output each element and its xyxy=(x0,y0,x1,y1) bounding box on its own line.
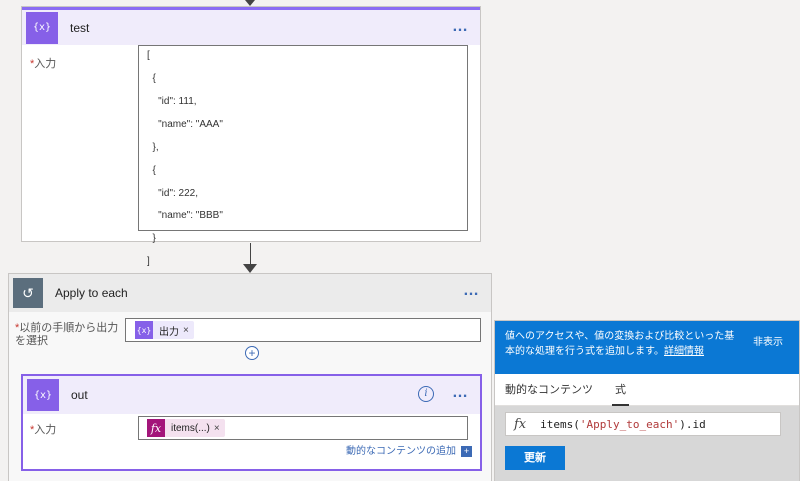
expression-editor-area: fx items('Apply_to_each').id 更新 xyxy=(495,406,799,481)
expression-input[interactable]: fx items('Apply_to_each').id xyxy=(505,412,781,436)
apply-to-each-header[interactable]: ↺ Apply to each … xyxy=(9,274,491,312)
json-line: "name": "AAA" xyxy=(147,119,223,130)
json-line: }, xyxy=(147,142,159,153)
test-action-header[interactable]: {x} test … xyxy=(22,7,480,45)
expression-tail: ).id xyxy=(679,417,706,431)
expression-token[interactable]: fx items(...) × xyxy=(147,419,225,437)
description-line2: 本的な処理を行う式を追加します。 xyxy=(505,346,664,357)
input-label: *入力 xyxy=(30,55,56,71)
out-action-header[interactable]: {x} out i … xyxy=(23,376,480,414)
expression-function: items( xyxy=(540,417,580,431)
test-action-title: test xyxy=(70,20,90,35)
add-dynamic-content-text: 動的なコンテンツの追加 xyxy=(346,446,456,457)
fx-icon: fx xyxy=(514,416,527,432)
json-line: [ xyxy=(147,50,150,61)
tab-dynamic-content[interactable]: 動的なコンテンツ xyxy=(505,374,593,406)
output-token[interactable]: {x} 出力 × xyxy=(135,321,194,339)
json-line: } xyxy=(147,233,156,244)
tab-expression[interactable]: 式 xyxy=(612,374,629,406)
input-label: *入力 xyxy=(30,421,56,437)
input-label-text: 入力 xyxy=(34,58,57,70)
more-options-icon[interactable]: … xyxy=(452,384,470,402)
select-output-label-line2: を選択 xyxy=(15,335,48,347)
description-line1: 値へのアクセスや、値の変換および比較といった基 xyxy=(505,331,735,342)
connector-middle-arrow xyxy=(243,264,257,273)
input-label-text: 入力 xyxy=(34,424,57,436)
expression-argument: 'Apply_to_each' xyxy=(579,417,680,431)
details-link[interactable]: 詳細情報 xyxy=(664,346,704,357)
json-line: "id": 111, xyxy=(147,96,197,107)
json-line: { xyxy=(147,73,156,84)
test-action-card[interactable]: {x} test … *入力 [ { "id": 111, "name": "A… xyxy=(21,6,481,267)
fx-icon: fx xyxy=(147,419,165,437)
info-icon[interactable]: i xyxy=(418,386,434,402)
apply-to-each-title: Apply to each xyxy=(55,286,128,300)
expression-panel-tabs: 動的なコンテンツ 式 xyxy=(495,374,799,406)
expression-text: items('Apply_to_each').id xyxy=(540,418,706,431)
remove-token-icon[interactable]: × xyxy=(214,423,225,434)
out-action-title: out xyxy=(71,388,88,402)
update-button[interactable]: 更新 xyxy=(505,446,565,470)
input-textarea[interactable]: [ { "id": 111, "name": "AAA" }, { "id": … xyxy=(138,45,468,267)
more-options-icon[interactable]: … xyxy=(452,18,470,36)
token-label: 出力 xyxy=(159,326,179,338)
select-output-input[interactable]: {x} 出力 × xyxy=(125,318,481,342)
json-line: ] xyxy=(147,256,150,267)
more-options-icon[interactable]: … xyxy=(463,282,481,300)
add-dynamic-content-icon: + xyxy=(461,445,472,457)
hide-panel-button[interactable]: 非表示 xyxy=(753,335,783,350)
json-line: { xyxy=(147,165,156,176)
expression-panel: 値へのアクセスや、値の変換および比較といった基 本的な処理を行う式を追加します。… xyxy=(494,320,800,481)
loop-icon: ↺ xyxy=(13,278,43,308)
select-output-label: *以前の手順から出力 を選択 xyxy=(15,322,118,348)
remove-token-icon[interactable]: × xyxy=(183,325,194,336)
json-line: "id": 222, xyxy=(147,188,199,199)
scrollbar[interactable] xyxy=(789,406,797,481)
select-output-label-line1: 以前の手順から出力 xyxy=(19,322,119,334)
add-step-button[interactable]: + xyxy=(245,346,259,360)
token-label: items(...) xyxy=(171,422,210,434)
variable-icon: {x} xyxy=(27,379,59,411)
variable-icon: {x} xyxy=(26,11,58,44)
add-dynamic-content-link[interactable]: 動的なコンテンツの追加 + xyxy=(346,442,472,457)
json-line: "name": "BBB" xyxy=(147,210,223,221)
out-input-field[interactable]: fx items(...) × xyxy=(138,416,468,440)
expression-panel-header: 値へのアクセスや、値の変換および比較といった基 本的な処理を行う式を追加します。… xyxy=(495,321,799,374)
expression-panel-description: 値へのアクセスや、値の変換および比較といった基 本的な処理を行う式を追加します。… xyxy=(505,329,737,359)
out-action-card[interactable]: {x} out i … *入力 fx items(...) × 動的なコンテンツ… xyxy=(21,374,482,471)
variable-icon: {x} xyxy=(135,321,153,339)
